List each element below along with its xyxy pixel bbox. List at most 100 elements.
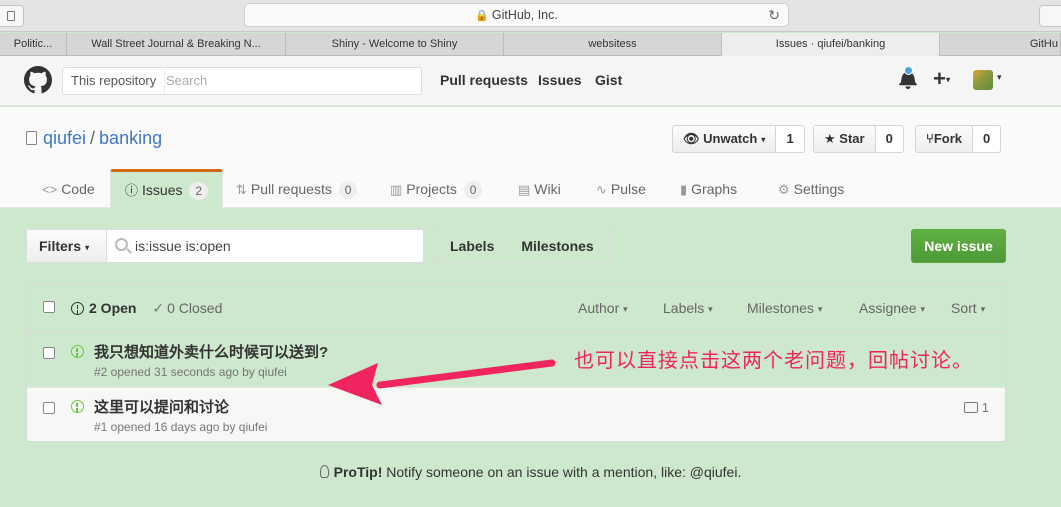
repo-icon: [26, 131, 37, 145]
issue-states: 2 Open ✓ 0 Closed: [71, 300, 222, 317]
protip-label: ProTip!: [333, 464, 383, 480]
caret-down-icon: ▾: [817, 303, 823, 314]
toolbar-right-button[interactable]: [1039, 5, 1061, 27]
browser-tab[interactable]: websitess: [504, 33, 722, 56]
pulls-counter: 0: [338, 181, 358, 199]
issue-opened-icon: [71, 345, 84, 358]
tab-wiki[interactable]: ▤ Wiki: [504, 169, 575, 208]
fork-button[interactable]: ⑂Fork: [915, 125, 973, 153]
repo-header: qiufei / banking 👁 Unwatch ▾ 1 ★ Star 0 ⑂F…: [0, 107, 1061, 210]
browser-tab[interactable]: Politic...: [0, 33, 67, 56]
repo-name-link[interactable]: banking: [99, 128, 162, 148]
caret-down-icon: ▾: [760, 134, 766, 145]
milestones-filter[interactable]: Milestones ▾: [747, 300, 822, 316]
tab-settings[interactable]: ⚙ Settings: [764, 169, 858, 208]
issue-title-link[interactable]: 我只想知道外卖什么时候可以送到?: [94, 341, 328, 362]
browser-tab-active[interactable]: Issues · qiufei/banking: [722, 33, 940, 56]
tab-projects[interactable]: ▥ Projects 0: [376, 169, 496, 208]
issue-meta: #1 opened 16 days ago by qiufei: [94, 420, 268, 434]
search-input[interactable]: Search: [166, 68, 207, 94]
search-scope-label: This repository: [63, 68, 166, 94]
star-icon: ★: [824, 131, 836, 146]
tab-pull-requests-label: Pull requests: [250, 181, 332, 197]
repo-separator: /: [90, 128, 96, 148]
repo-owner-link[interactable]: qiufei: [43, 128, 86, 148]
star-label: Star: [839, 131, 865, 146]
address-text: GitHub, Inc.: [491, 8, 558, 22]
reload-icon[interactable]: ↻: [768, 4, 780, 26]
plus-icon: +: [933, 66, 946, 91]
tab-settings-label: Settings: [793, 181, 845, 197]
stargazers-count[interactable]: 0: [875, 125, 904, 153]
unwatch-button[interactable]: 👁 Unwatch ▾: [672, 125, 777, 153]
new-issue-button[interactable]: New issue: [911, 229, 1006, 263]
issue-search-input[interactable]: is:issue is:open: [135, 230, 231, 262]
labels-link[interactable]: Labels: [437, 230, 509, 262]
issue-opened-icon: [71, 302, 84, 315]
browser-tab[interactable]: Shiny - Welcome to Shiny: [286, 33, 504, 56]
tab-pulse[interactable]: ∿ Pulse: [582, 169, 660, 208]
address-bar[interactable]: 🔒 GitHub, Inc. ↻: [244, 3, 789, 27]
forks-count[interactable]: 0: [972, 125, 1002, 153]
nav-pull-requests[interactable]: Pull requests: [440, 72, 528, 88]
github-logo-icon[interactable]: [24, 66, 52, 94]
caret-down-icon: ▾: [945, 74, 951, 85]
light-bulb-icon: [319, 465, 329, 478]
issue-checkbox[interactable]: [43, 402, 55, 414]
browser-tab[interactable]: GitHu: [940, 33, 1061, 56]
star-button-group: ★ Star 0: [813, 125, 904, 153]
issues-counter: 2: [189, 182, 209, 200]
issue-opened-icon: [71, 400, 84, 413]
tab-graphs[interactable]: ▮ Graphs: [666, 169, 751, 208]
lock-icon: 🔒: [475, 10, 489, 22]
caret-down-icon: ▾: [84, 242, 90, 253]
sort-filter[interactable]: Sort ▾: [951, 300, 985, 316]
author-filter-label: Author: [578, 300, 620, 316]
open-issues-link[interactable]: 2 Open: [71, 300, 136, 316]
search-icon: [115, 238, 128, 251]
issue-title-link[interactable]: 这里可以提问和讨论: [94, 396, 229, 417]
select-all-checkbox[interactable]: [43, 301, 55, 313]
milestones-link[interactable]: Milestones: [508, 230, 606, 262]
watchers-count[interactable]: 1: [776, 125, 805, 153]
closed-count-label: 0 Closed: [167, 300, 223, 316]
book-icon: ▤: [518, 182, 531, 197]
tab-issues-label: Issues: [142, 182, 183, 198]
closed-issues-link[interactable]: ✓ 0 Closed: [152, 300, 222, 316]
browser-tab[interactable]: Wall Street Journal & Breaking N...: [67, 33, 286, 56]
caret-down-icon: ▾: [920, 303, 926, 314]
nav-issues[interactable]: Issues: [538, 72, 582, 88]
tab-issues[interactable]: ⓘ Issues 2: [110, 169, 224, 210]
repo-title: qiufei / banking: [26, 128, 162, 149]
projects-counter: 0: [463, 181, 483, 199]
author-filter[interactable]: Author ▾: [578, 300, 628, 316]
unread-indicator: [904, 66, 913, 75]
create-new-button[interactable]: +▾: [933, 66, 950, 92]
labels-filter-label: Labels: [663, 300, 705, 316]
star-button[interactable]: ★ Star: [813, 125, 876, 153]
comment-icon: [963, 402, 978, 413]
fork-button-group: ⑂Fork 0: [915, 125, 1002, 153]
eye-icon: 👁: [683, 131, 700, 146]
avatar[interactable]: [973, 70, 993, 90]
tab-pull-requests[interactable]: ⇅ Pull requests 0: [222, 169, 371, 208]
sidebar-toggle-button[interactable]: [0, 5, 24, 27]
check-icon: ✓: [152, 300, 165, 316]
nav-gist[interactable]: Gist: [595, 72, 622, 88]
graph-icon: ▮: [680, 182, 688, 197]
filters-label: Filters: [39, 238, 82, 254]
filters-button[interactable]: Filters ▾: [27, 230, 107, 262]
caret-down-icon: ▾: [623, 303, 628, 314]
issue-checkbox[interactable]: [43, 347, 55, 359]
watch-button-group: 👁 Unwatch ▾ 1: [672, 125, 805, 153]
header-search[interactable]: This repository Search: [62, 67, 422, 95]
code-icon: <>: [42, 182, 58, 197]
assignee-filter[interactable]: Assignee ▾: [859, 300, 925, 316]
comments-link[interactable]: 1: [963, 400, 989, 415]
caret-down-icon[interactable]: ▾: [997, 72, 1002, 83]
issues-list-header: 2 Open ✓ 0 Closed Author ▾ Labels ▾ Miles…: [27, 285, 1005, 333]
tab-code[interactable]: <> Code: [28, 169, 109, 208]
labels-filter[interactable]: Labels ▾: [663, 300, 713, 316]
fork-icon: ⑂: [926, 131, 934, 146]
annotation-arrow-icon: [328, 359, 556, 405]
